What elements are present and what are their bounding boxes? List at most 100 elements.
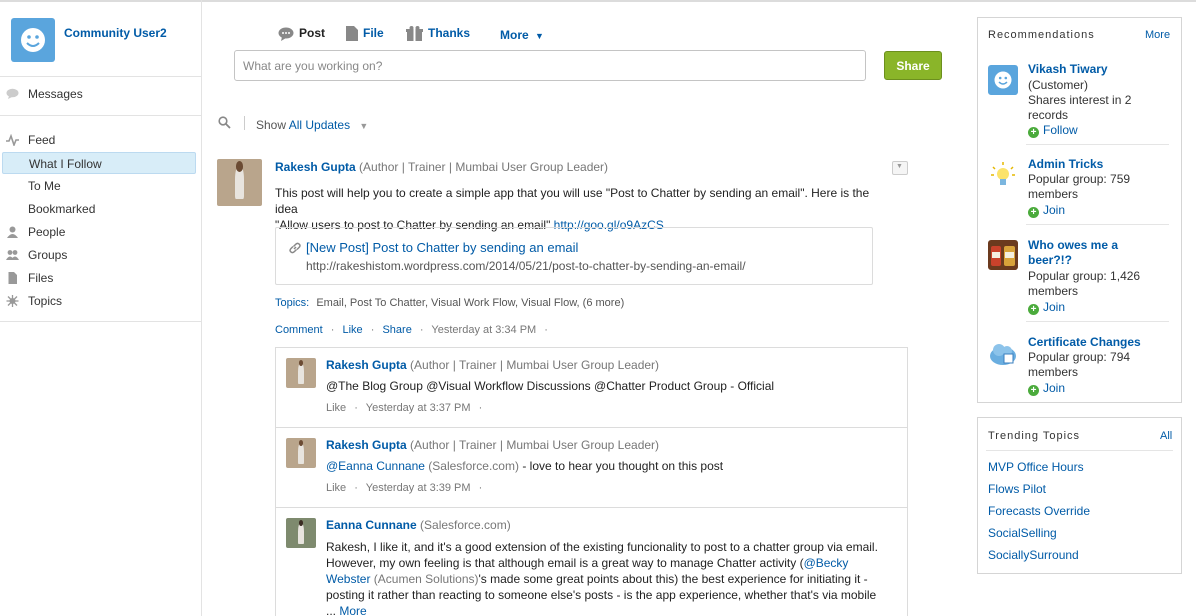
nav-to-me[interactable]: To Me [2, 175, 196, 197]
post-timestamp[interactable]: Yesterday at 3:34 PM [431, 324, 536, 336]
tab-file[interactable]: File [346, 25, 384, 42]
mention-org: (Acumen Solutions) [370, 572, 479, 586]
tab-thanks[interactable]: Thanks [406, 25, 470, 42]
comment-author-link[interactable]: Rakesh Gupta [326, 438, 407, 452]
search-icon[interactable] [218, 116, 231, 129]
nav-files[interactable]: Files [2, 267, 196, 289]
link-preview-url[interactable]: http://rakeshistom.wordpress.com/2014/05… [306, 258, 746, 274]
trending-topic-link[interactable]: SocialSelling [988, 526, 1057, 540]
mention-link[interactable]: @Becky [804, 556, 849, 570]
link-preview-title[interactable]: [New Post] Post to Chatter by sending an… [306, 240, 578, 256]
rec-name-link[interactable]: Vikash Tiwary [1028, 62, 1178, 77]
author-avatar[interactable] [217, 159, 262, 206]
comment-avatar[interactable] [286, 438, 316, 468]
feed-filter[interactable]: Show All Updates ▼ [256, 118, 368, 132]
beer-icon[interactable] [988, 240, 1018, 270]
topics-list[interactable]: Email, Post To Chatter, Visual Work Flow… [316, 297, 624, 309]
rec-detail: members [1028, 365, 1079, 379]
comment-header: Eanna Cunnane (Salesforce.com) [326, 517, 511, 533]
nav-what-i-follow[interactable]: What I Follow [2, 152, 196, 174]
trending-topic-link[interactable]: MVP Office Hours [988, 460, 1084, 474]
nav-messages[interactable]: Messages [2, 83, 196, 105]
join-button[interactable]: + Join [1028, 300, 1065, 315]
rec-name-link[interactable]: Who owes me a beer?!? [1028, 238, 1178, 268]
comment-like-link[interactable]: Like [326, 482, 346, 494]
post-input[interactable] [234, 50, 866, 81]
tab-more[interactable]: More ▼ [500, 27, 544, 43]
nav-bookmarked[interactable]: Bookmarked [2, 198, 196, 220]
trending-title: Trending Topics [988, 430, 1081, 442]
post-menu-button[interactable]: ▼ [892, 161, 908, 175]
nav-messages-label: Messages [28, 87, 83, 101]
share-link[interactable]: Share [382, 324, 411, 336]
rec-detail: members [1028, 284, 1079, 298]
mention-link-cont[interactable]: Webster [326, 572, 370, 586]
recommendations-title: Recommendations [988, 29, 1095, 41]
more-link[interactable]: More [339, 604, 366, 616]
user-name-link[interactable]: Community User2 [64, 26, 167, 40]
filter-value[interactable]: All Updates [289, 118, 350, 132]
join-label: Join [1043, 381, 1066, 395]
comment-link[interactable]: Comment [275, 324, 323, 336]
divider [244, 116, 245, 130]
comment-author-role: (Author | Trainer | Mumbai User Group Le… [410, 358, 660, 372]
follow-button[interactable]: + Follow [1028, 123, 1078, 138]
join-button[interactable]: + Join [1028, 203, 1065, 218]
link-preview-card[interactable]: [New Post] Post to Chatter by sending an… [275, 227, 873, 285]
like-link[interactable]: Like [342, 324, 362, 336]
join-button[interactable]: + Join [1028, 381, 1065, 396]
dropdown-caret-icon: ▼ [359, 121, 369, 131]
divider [276, 427, 907, 428]
rec-name-link[interactable]: Admin Tricks [1028, 157, 1178, 172]
user-avatar-icon[interactable] [988, 65, 1018, 95]
comment-author-role: (Salesforce.com) [420, 518, 511, 532]
nav-what-i-follow-label: What I Follow [29, 157, 102, 171]
gift-icon [406, 26, 423, 42]
post-author-link[interactable]: Rakesh Gupta [275, 160, 356, 174]
nav-groups[interactable]: Groups [2, 244, 196, 266]
rec-interest-link[interactable]: Shares interest in 2 [1028, 93, 1178, 108]
cloud-certificate-icon[interactable] [988, 338, 1018, 368]
tab-more-label: More [500, 28, 529, 42]
comment-actions: Like · Yesterday at 3:39 PM · [326, 482, 483, 494]
ellipsis: ... [326, 604, 340, 616]
mention-link[interactable]: @Eanna Cunnane [326, 459, 425, 473]
group-icon [6, 250, 19, 260]
trending-all-link[interactable]: All [1160, 430, 1172, 442]
divider [986, 450, 1173, 451]
tab-post[interactable]: Post [278, 25, 325, 41]
feed-pulse-icon [6, 134, 19, 146]
speech-bubble-icon [6, 88, 19, 99]
divider [0, 76, 202, 77]
user-avatar[interactable] [11, 18, 55, 62]
comment-mentions[interactable]: @The Blog Group @Visual Workflow Discuss… [326, 378, 774, 394]
nav-people[interactable]: People [2, 221, 196, 243]
tab-file-label: File [363, 26, 384, 40]
post-body: This post will help you to create a simp… [275, 185, 895, 233]
comment-timestamp: Yesterday at 3:39 PM [365, 482, 471, 494]
nav-feed[interactable]: Feed [2, 129, 196, 151]
comment-like-link[interactable]: Like [326, 402, 346, 414]
trending-topic-link[interactable]: Forecasts Override [988, 504, 1090, 518]
rec-name-link[interactable]: Certificate Changes [1028, 335, 1178, 350]
divider [1026, 321, 1169, 322]
rec-interest-link[interactable]: records [1028, 108, 1178, 123]
person-icon [7, 226, 18, 238]
divider [276, 507, 907, 508]
trending-topics-panel: Trending Topics All MVP Office Hours Flo… [977, 417, 1182, 574]
trending-topic-link[interactable]: Flows Pilot [988, 482, 1046, 496]
comment-body: - love to hear you thought on this post [518, 459, 724, 473]
comment-author-link[interactable]: Rakesh Gupta [326, 358, 407, 372]
share-button[interactable]: Share [884, 51, 942, 80]
recommendations-more-link[interactable]: More [1145, 29, 1170, 41]
comment-avatar[interactable] [286, 518, 316, 548]
comment-author-link[interactable]: Eanna Cunnane [326, 518, 417, 532]
comment-line: posting it rather than reacting to someo… [326, 588, 877, 602]
comment-avatar[interactable] [286, 358, 316, 388]
file-icon [8, 272, 17, 284]
lightbulb-icon[interactable] [988, 159, 1018, 189]
nav-topics[interactable]: Topics [2, 290, 196, 312]
plus-icon: + [1028, 385, 1039, 396]
avatar-face-icon [21, 28, 45, 52]
trending-topic-link[interactable]: SociallySurround [988, 548, 1079, 562]
